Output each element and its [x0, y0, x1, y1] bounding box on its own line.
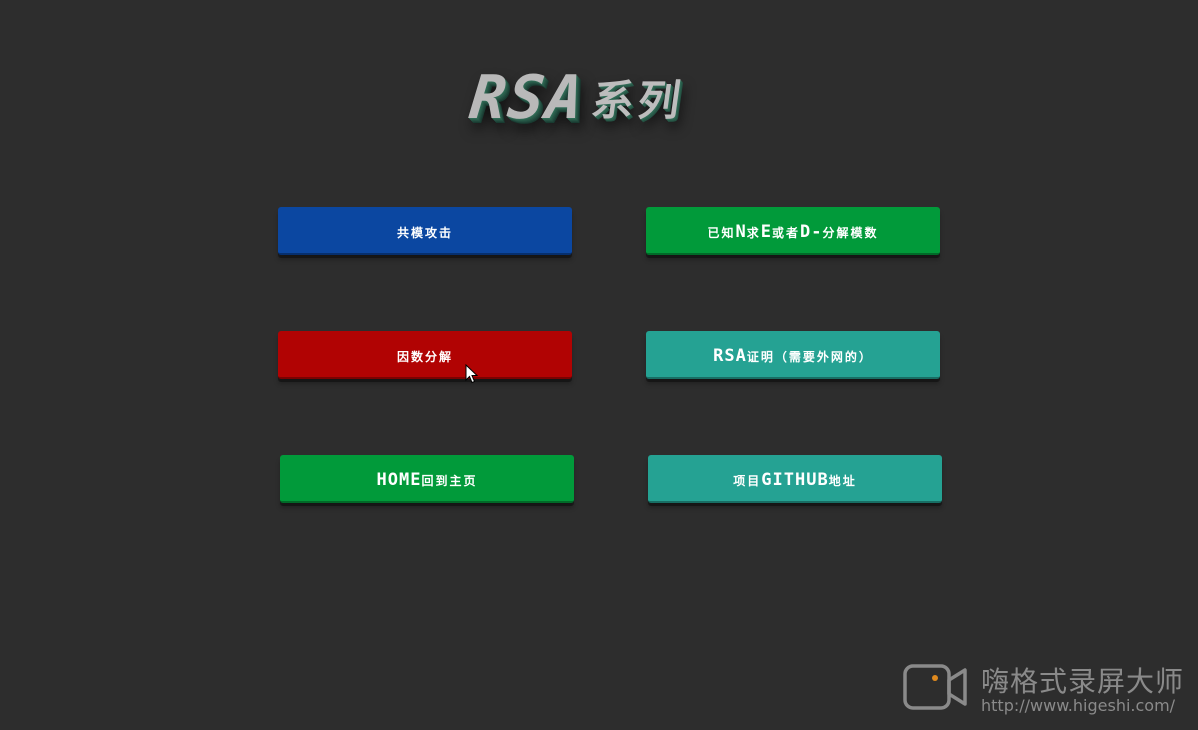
common-modulus-attack-button[interactable]: 共模攻击 [278, 207, 572, 255]
factor-modulus-from-ned-button[interactable]: 已知 N 求 E 或者 D - 分解模数 [646, 207, 940, 255]
button-label-part: E [760, 222, 772, 242]
recorder-watermark: 嗨格式录屏大师 http://www.higeshi.com/ [903, 660, 1193, 720]
button-label-part: 地址 [828, 473, 857, 488]
arrow-cursor-icon [465, 364, 479, 384]
button-label-part: 证明（需要外网的） [746, 349, 873, 364]
button-label-part: 项目 [733, 473, 762, 488]
watermark-url: http://www.higeshi.com/ [981, 696, 1176, 715]
page: RSA 系列 共模攻击 已知 N 求 E 或者 D - 分解模数 因数分解 RS… [0, 0, 1198, 730]
button-label-part: HOME [376, 470, 422, 490]
button-label-part: 分解模数 [822, 225, 879, 240]
github-link-button[interactable]: 项目 GITHUB 地址 [648, 455, 942, 503]
button-label-part: 回到主页 [421, 473, 478, 488]
page-title-main: RSA [466, 63, 589, 133]
button-label-part: 已知 [707, 225, 736, 240]
video-camera-icon [903, 664, 967, 710]
button-label-part: GITHUB [761, 470, 829, 490]
button-label: 因数分解 [396, 349, 453, 364]
button-label: 共模攻击 [396, 225, 453, 240]
page-title: RSA 系列 [466, 48, 688, 133]
button-label-part: N [735, 222, 747, 242]
watermark-name: 嗨格式录屏大师 [981, 665, 1185, 698]
button-label-part: 或者 [772, 225, 801, 240]
button-label-part: 求 [746, 225, 761, 240]
rsa-proof-button[interactable]: RSA 证明（需要外网的） [646, 331, 940, 379]
home-button[interactable]: HOME 回到主页 [280, 455, 574, 503]
button-label-part: - [811, 222, 823, 242]
factorization-button[interactable]: 因数分解 [278, 331, 572, 379]
button-label-part: RSA [713, 346, 747, 366]
button-label-part: D [800, 222, 812, 242]
page-title-sub: 系列 [589, 76, 688, 125]
